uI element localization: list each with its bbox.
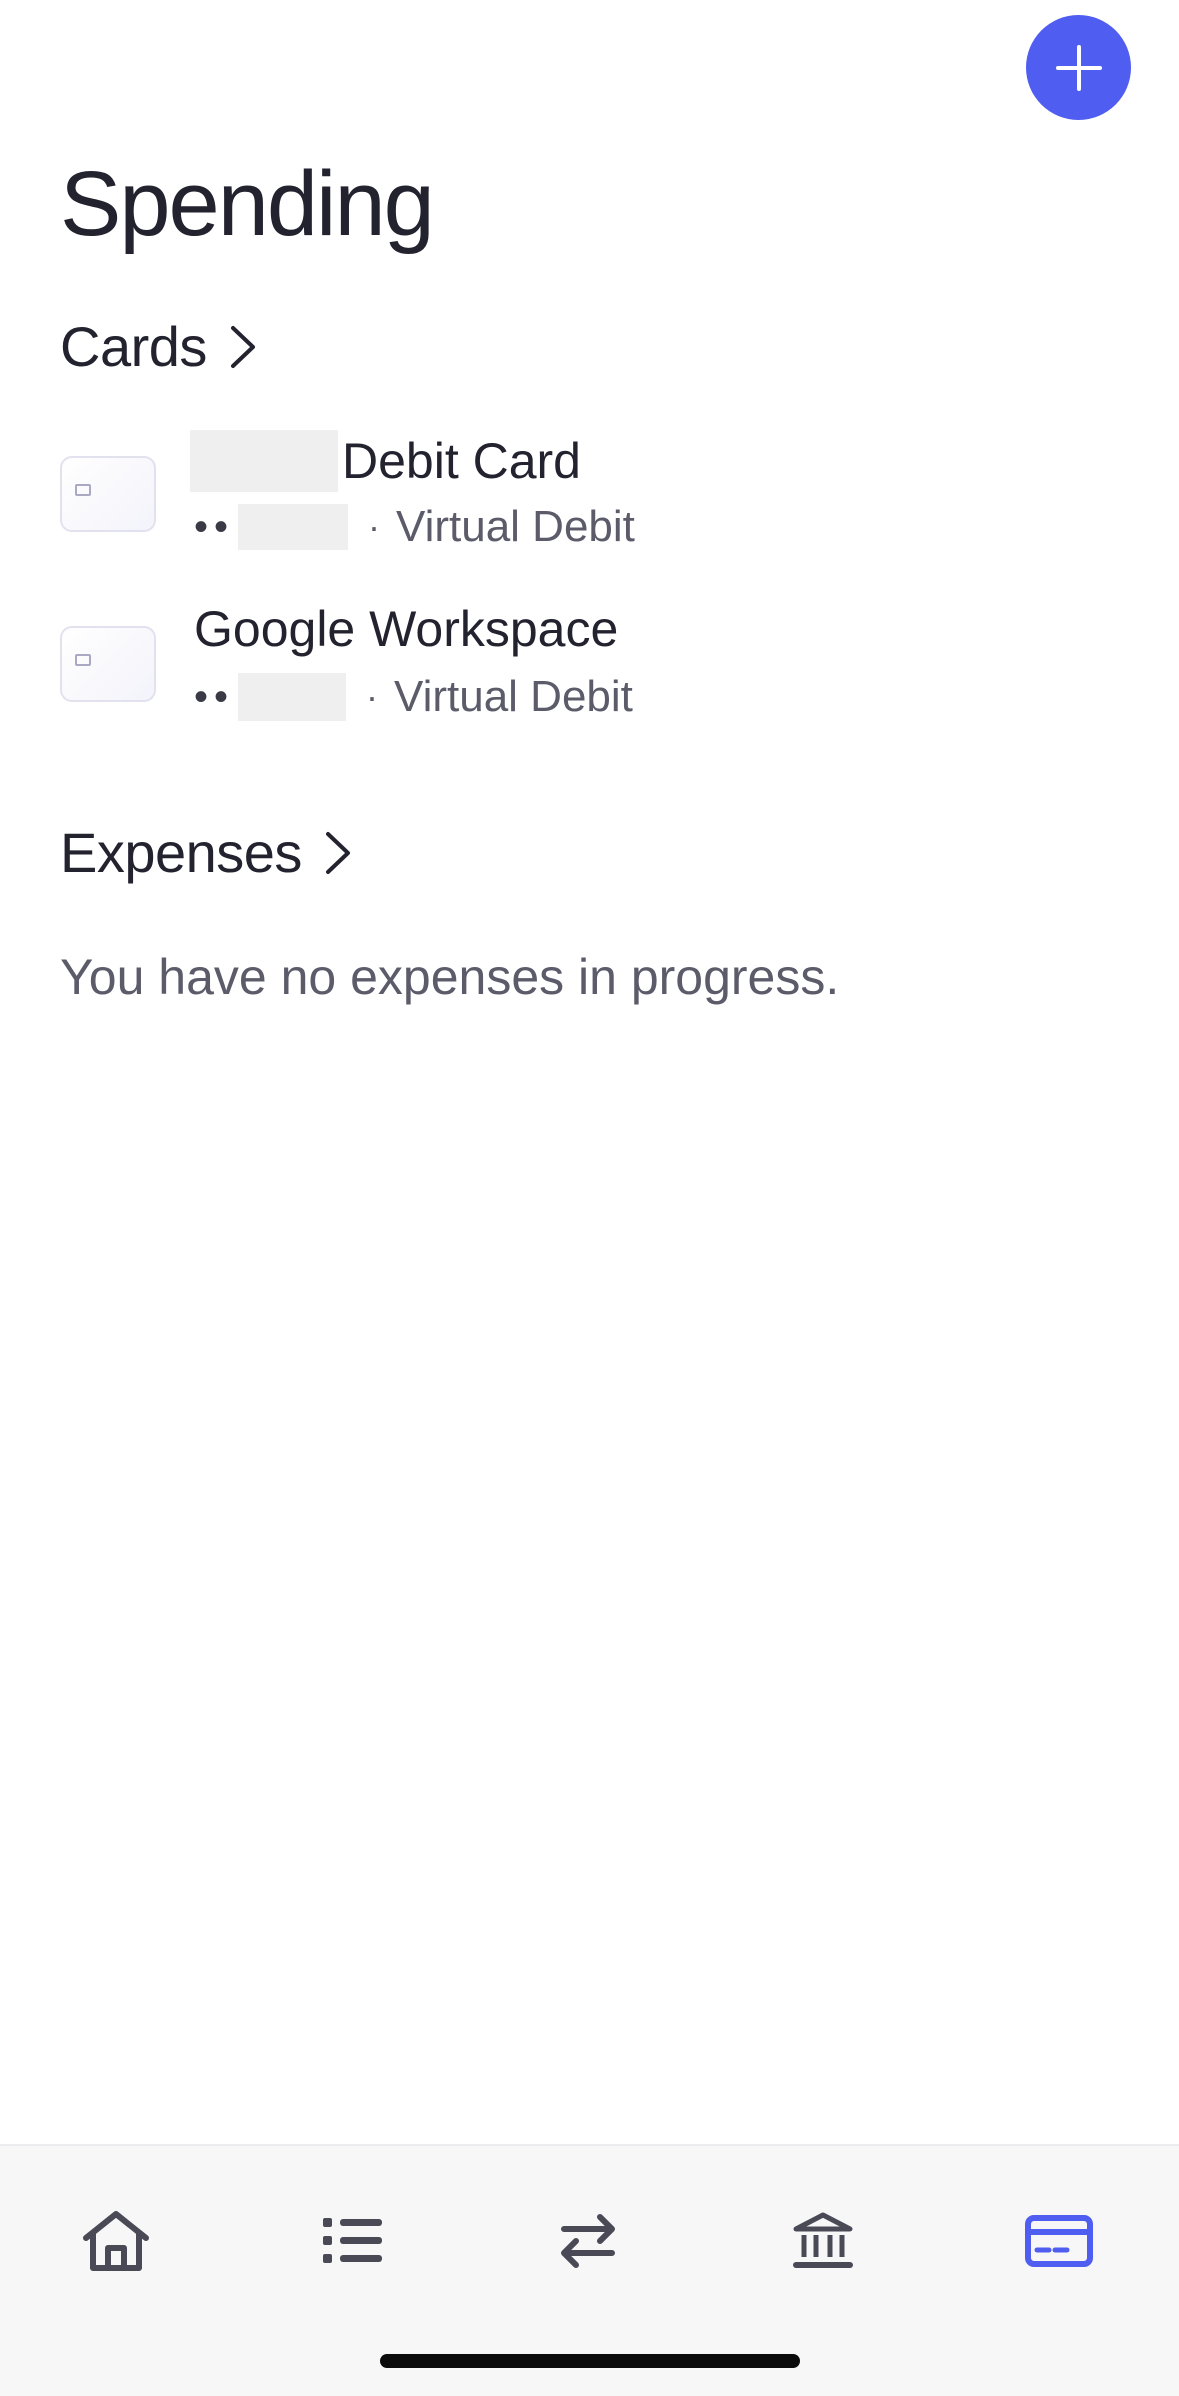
card-subtitle: •• · Virtual Debit bbox=[194, 502, 635, 552]
separator-dot: · bbox=[368, 506, 381, 547]
card-masked-dots: •• bbox=[194, 504, 235, 549]
redacted-block bbox=[190, 430, 338, 492]
card-title: Debit Card bbox=[190, 430, 581, 492]
card-title-text: Debit Card bbox=[342, 433, 581, 489]
card-subtitle: •• · Virtual Debit bbox=[194, 672, 633, 722]
redacted-block bbox=[238, 504, 349, 550]
home-indicator bbox=[380, 2354, 800, 2368]
page-title: Spending bbox=[60, 153, 435, 255]
chevron-right-icon bbox=[229, 324, 257, 370]
tab-accounts[interactable] bbox=[768, 2186, 878, 2296]
card-list-item[interactable]: Debit Card •• · Virtual Debit bbox=[60, 428, 1120, 588]
card-title-text: Google Workspace bbox=[194, 601, 619, 657]
card-type: Virtual Debit bbox=[396, 502, 635, 551]
card-type: Virtual Debit bbox=[394, 672, 633, 721]
cards-section-header[interactable]: Cards bbox=[60, 314, 257, 379]
expenses-section-label: Expenses bbox=[60, 821, 302, 884]
card-title: Google Workspace bbox=[194, 600, 618, 658]
card-masked-dots: •• bbox=[194, 674, 235, 719]
chevron-right-icon bbox=[324, 830, 352, 876]
card-thumbnail bbox=[60, 456, 156, 532]
card-chip-icon bbox=[75, 654, 91, 666]
list-icon bbox=[323, 2218, 382, 2263]
tab-activity[interactable] bbox=[298, 2186, 408, 2296]
expenses-section-header[interactable]: Expenses bbox=[60, 820, 352, 885]
redacted-block bbox=[238, 673, 347, 721]
card-thumbnail bbox=[60, 626, 156, 702]
tab-transfers[interactable] bbox=[533, 2186, 643, 2296]
expenses-empty-message: You have no expenses in progress. bbox=[60, 949, 840, 1005]
transfer-icon bbox=[561, 2214, 615, 2268]
card-icon bbox=[1025, 2215, 1093, 2267]
tab-home[interactable] bbox=[61, 2186, 171, 2296]
plus-icon bbox=[1055, 44, 1102, 91]
home-icon bbox=[83, 2211, 149, 2271]
tab-spending[interactable] bbox=[1004, 2186, 1114, 2296]
separator-dot: · bbox=[366, 676, 379, 717]
add-button[interactable] bbox=[1026, 15, 1131, 120]
spending-screen: Spending Cards Debit Card •• · Virtual D… bbox=[0, 0, 1179, 2396]
card-chip-icon bbox=[75, 484, 91, 496]
bank-icon bbox=[793, 2212, 853, 2268]
cards-section-label: Cards bbox=[60, 315, 207, 378]
card-list-item[interactable]: Google Workspace •• · Virtual Debit bbox=[60, 598, 1120, 758]
